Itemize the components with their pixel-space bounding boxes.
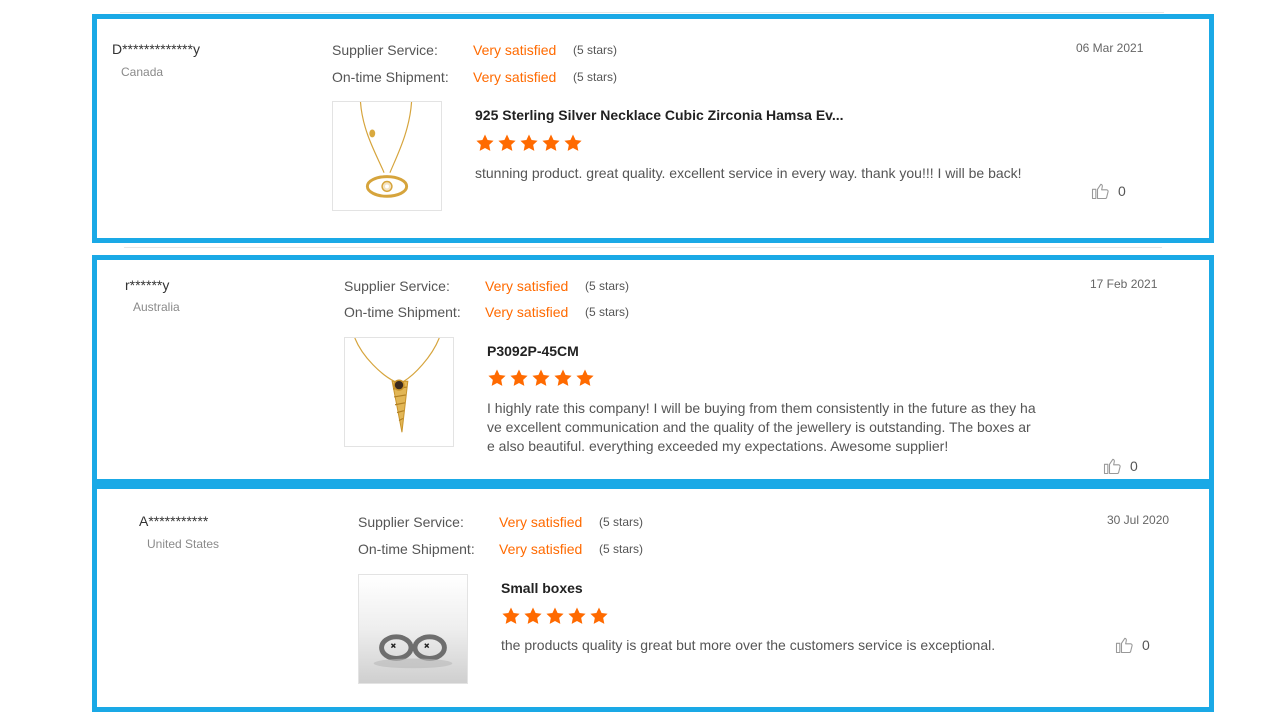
review-text: the products quality is great but more o… <box>501 637 996 653</box>
eye-pendant-necklace-icon <box>359 102 413 198</box>
product-title[interactable]: P3092P-45CM <box>487 343 579 359</box>
star-icon <box>498 134 516 151</box>
review-text: stunning product. great quality. excelle… <box>475 165 1022 181</box>
star-icon <box>532 369 550 386</box>
reviewer-name: D*************y <box>112 41 200 57</box>
supplier-service-value: Very satisfied <box>485 278 569 294</box>
shipment-stars: (5 stars) <box>585 305 630 319</box>
rating-stars <box>475 133 583 153</box>
divider <box>120 12 1164 13</box>
review-card: A*********** United States Supplier Serv… <box>92 484 1214 712</box>
review-date: 06 Mar 2021 <box>1076 41 1144 55</box>
hoop-earrings-icon <box>359 575 467 683</box>
star-icon <box>546 607 564 624</box>
reviewer-country: Canada <box>121 65 164 79</box>
star-icon <box>590 607 608 624</box>
thumbs-up-icon <box>1115 637 1133 654</box>
thumbs-up-icon <box>1091 183 1109 200</box>
star-icon <box>554 369 572 386</box>
divider <box>124 247 1162 248</box>
rating-stars <box>487 368 595 388</box>
star-icon <box>502 607 520 624</box>
star-icon <box>510 369 528 386</box>
review-date: 30 Jul 2020 <box>1107 513 1170 527</box>
shipment-value: Very satisfied <box>499 541 583 557</box>
star-icon <box>488 369 506 386</box>
like-count: 0 <box>1118 183 1126 199</box>
supplier-service-label: Supplier Service: <box>358 514 464 530</box>
star-icon <box>568 607 586 624</box>
reviewer-name: A*********** <box>139 513 209 529</box>
star-icon <box>476 134 494 151</box>
like-count: 0 <box>1130 458 1138 474</box>
supplier-service-stars: (5 stars) <box>599 515 644 529</box>
shipment-value: Very satisfied <box>485 304 569 320</box>
shipment-stars: (5 stars) <box>599 542 644 556</box>
product-image[interactable] <box>332 101 442 211</box>
rating-stars <box>501 606 609 626</box>
review-card: D*************y Canada Supplier Service:… <box>92 14 1214 243</box>
review-date: 17 Feb 2021 <box>1090 277 1158 291</box>
star-icon <box>576 369 594 386</box>
supplier-service-value: Very satisfied <box>499 514 583 530</box>
shipment-stars: (5 stars) <box>573 70 618 84</box>
supplier-service-stars: (5 stars) <box>585 279 630 293</box>
product-image[interactable] <box>358 574 468 684</box>
supplier-service-label: Supplier Service: <box>344 278 450 294</box>
shell-pendant-necklace-icon <box>354 338 440 433</box>
reviewer-name: r******y <box>125 277 170 293</box>
product-image[interactable] <box>344 337 454 447</box>
supplier-service-label: Supplier Service: <box>332 42 438 58</box>
product-title[interactable]: Small boxes <box>501 580 583 596</box>
shipment-value: Very satisfied <box>473 69 557 85</box>
like-button[interactable]: 0 <box>1090 181 1126 201</box>
product-title[interactable]: 925 Sterling Silver Necklace Cubic Zirco… <box>475 107 844 123</box>
thumbs-up-icon <box>1103 458 1121 475</box>
shipment-label: On-time Shipment: <box>358 541 475 557</box>
reviewer-country: Australia <box>133 300 180 314</box>
star-icon <box>564 134 582 151</box>
like-button[interactable]: 0 <box>1114 635 1150 655</box>
star-icon <box>524 607 542 624</box>
like-button[interactable]: 0 <box>1102 456 1138 476</box>
star-icon <box>520 134 538 151</box>
supplier-service-stars: (5 stars) <box>573 43 618 57</box>
review-text: I highly rate this company! I will be bu… <box>487 400 1036 454</box>
star-icon <box>542 134 560 151</box>
review-card: r******y Australia Supplier Service: Ver… <box>92 255 1214 484</box>
shipment-label: On-time Shipment: <box>344 304 461 320</box>
supplier-service-value: Very satisfied <box>473 42 557 58</box>
shipment-label: On-time Shipment: <box>332 69 449 85</box>
reviewer-country: United States <box>147 537 220 551</box>
like-count: 0 <box>1142 637 1150 653</box>
